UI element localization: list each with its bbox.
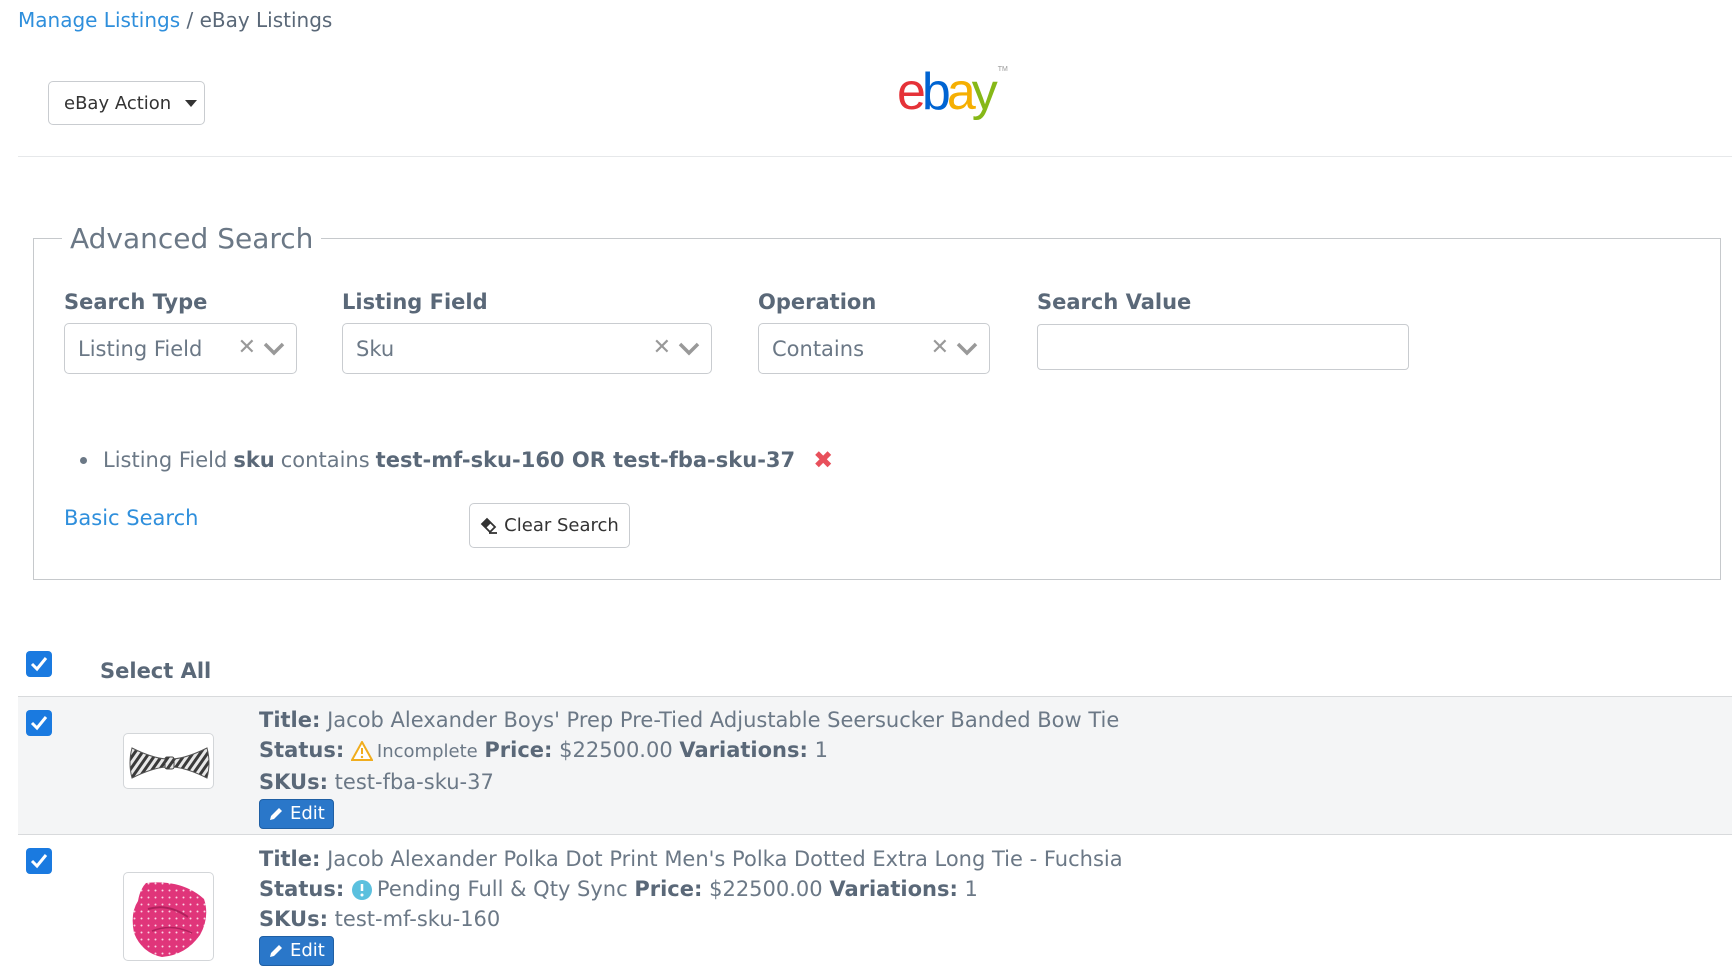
listing-field-select[interactable]: Sku ✕ [342,323,712,374]
necktie-image [132,882,207,957]
search-criterion-item: Listing Field sku contains test-mf-sku-1… [80,446,833,474]
listing-field-label: Listing Field [342,290,488,314]
listing-thumbnail[interactable] [123,733,214,789]
breadcrumb-manage-listings-link[interactable]: Manage Listings [18,8,180,32]
chevron-down-icon[interactable] [260,336,288,362]
search-type-select[interactable]: Listing Field ✕ [64,323,297,374]
listing-title-line: Title: Jacob Alexander Polka Dot Print M… [259,844,1123,874]
select-all-label: Select All [100,659,212,683]
status-value: Pending Full & Qty Sync [376,877,628,901]
edit-label: Edit [290,803,325,824]
advanced-search-panel: Advanced Search [33,222,1721,580]
listing-skus-line: SKUs: test-mf-sku-160 [259,904,1123,934]
skus-value: test-fba-sku-37 [334,770,494,794]
checkmark-icon [30,716,48,731]
search-value-input[interactable] [1037,324,1409,370]
listing-thumbnail[interactable] [123,872,214,961]
ebay-action-dropdown-button[interactable]: eBay Action [48,81,205,125]
advanced-search-legend: Advanced Search [70,222,314,255]
clear-icon[interactable]: ✕ [931,335,949,360]
bullet-icon [80,456,87,464]
checkmark-icon [30,854,48,869]
listing-info: Title: Jacob Alexander Polka Dot Print M… [259,844,1123,967]
operation-select[interactable]: Contains ✕ [758,323,990,374]
clear-search-label: Clear Search [504,515,619,536]
listing-title-line: Title: Jacob Alexander Boys' Prep Pre-Ti… [259,705,1119,735]
variations-value: 1 [964,877,978,901]
search-type-value: Listing Field [78,336,203,361]
edit-button[interactable]: Edit [259,799,334,829]
chevron-down-icon[interactable] [675,336,703,362]
title-label: Title: [259,708,321,732]
operation-label: Operation [758,290,877,314]
skus-label: SKUs: [259,907,328,931]
status-label: Status: [259,877,345,901]
price-label: Price: [484,738,553,762]
variations-value: 1 [814,738,828,762]
clear-icon[interactable]: ✕ [653,335,671,360]
variations-label: Variations: [679,738,808,762]
ebay-logo: ebay TM [897,66,1008,118]
listing-row: Title: Jacob Alexander Polka Dot Print M… [18,836,1732,979]
title-label: Title: [259,847,321,871]
search-value-label: Search Value [1037,290,1192,314]
price-label: Price: [634,877,703,901]
criterion-field: sku [233,448,275,472]
logo-trademark: TM [997,66,1008,73]
price-value: $22500.00 [709,877,823,901]
listing-skus-line: SKUs: test-fba-sku-37 [259,767,1119,797]
skus-value: test-mf-sku-160 [334,907,501,931]
select-all-checkbox[interactable] [26,651,52,677]
clear-search-button[interactable]: Clear Search [469,503,630,548]
criterion-prefix: Listing Field [103,448,228,472]
logo-letter-y: y [971,63,998,121]
clear-icon[interactable]: ✕ [238,335,256,360]
logo-letter-b: b [921,63,951,121]
status-value: Incomplete [376,741,478,762]
price-value: $22500.00 [559,738,673,762]
listing-title: Jacob Alexander Boys' Prep Pre-Tied Adju… [327,708,1120,732]
caret-down-icon [185,99,198,107]
search-type-label: Search Type [64,290,208,314]
remove-criterion-icon[interactable]: ✖ [813,446,833,474]
breadcrumb-current: eBay Listings [199,8,333,32]
pencil-icon [270,808,282,820]
listing-row: Title: Jacob Alexander Boys' Prep Pre-Ti… [18,696,1732,835]
info-icon [351,880,372,900]
listing-status-line: Status: Pending Full & Qty Sync Price: $… [259,874,1123,904]
breadcrumb: Manage Listings / eBay Listings [18,8,332,32]
listing-title: Jacob Alexander Polka Dot Print Men's Po… [327,847,1123,871]
warning-icon [350,741,373,761]
listing-checkbox[interactable] [26,710,52,736]
checkmark-icon [30,657,48,672]
listing-field-value: Sku [356,336,395,361]
edit-label: Edit [290,940,325,961]
skus-label: SKUs: [259,770,328,794]
listing-status-line: Status: Incomplete Price: $22500.00 Vari… [259,735,1119,767]
criterion-operation: contains [280,448,370,472]
bow-tie-image [129,747,210,779]
listing-checkbox[interactable] [26,848,52,874]
chevron-down-icon[interactable] [953,336,981,362]
edit-button[interactable]: Edit [259,936,334,966]
listing-info: Title: Jacob Alexander Boys' Prep Pre-Ti… [259,705,1119,830]
header-divider [18,156,1732,157]
status-label: Status: [259,738,345,762]
logo-letter-a: a [946,63,976,121]
criterion-value: test-mf-sku-160 OR test-fba-sku-37 [375,448,796,472]
eraser-icon [480,517,498,534]
basic-search-link[interactable]: Basic Search [64,506,198,530]
breadcrumb-separator: / [180,8,200,32]
operation-value: Contains [772,336,865,361]
ebay-action-label: eBay Action [64,92,172,114]
pencil-icon [270,945,282,957]
logo-letter-e: e [897,63,926,121]
variations-label: Variations: [829,877,958,901]
